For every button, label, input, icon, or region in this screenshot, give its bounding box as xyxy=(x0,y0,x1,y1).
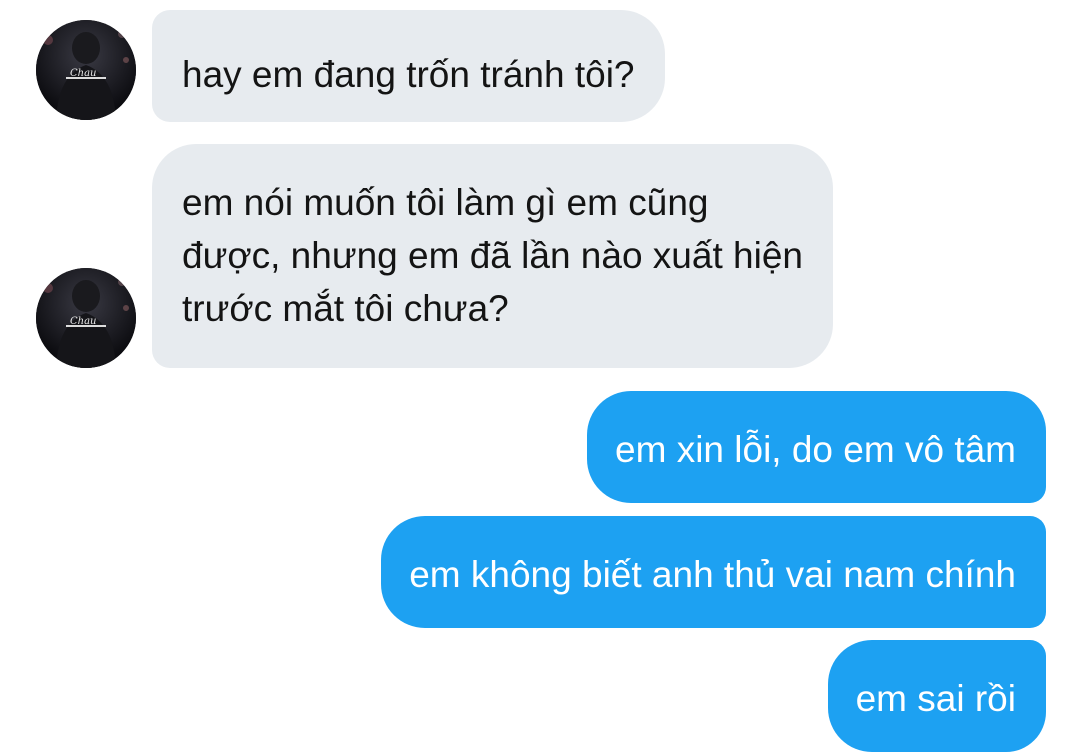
message-text: em nói muốn tôi làm gì em cũng xyxy=(182,182,709,223)
avatar-image: Chau xyxy=(36,268,136,368)
contact-avatar[interactable]: Chau xyxy=(36,20,136,120)
message-text: được, nhưng em đã lần nào xuất hiện xyxy=(182,235,803,276)
avatar-shirt-text: Chau xyxy=(70,68,97,79)
avatar-image: Chau xyxy=(36,20,136,120)
message-text: em không biết anh thủ vai nam chính xyxy=(409,554,1016,595)
incoming-message[interactable]: em nói muốn tôi làm gì em cũng được, như… xyxy=(152,144,833,368)
message-text: hay em đang trốn tránh tôi? xyxy=(182,54,635,95)
outgoing-message[interactable]: em sai rồi xyxy=(827,640,1046,752)
message-text: trước mắt tôi chưa? xyxy=(182,288,509,329)
incoming-message[interactable]: hay em đang trốn tránh tôi? xyxy=(152,10,665,122)
outgoing-message[interactable]: em xin lỗi, do em vô tâm xyxy=(587,391,1046,503)
outgoing-message[interactable]: em không biết anh thủ vai nam chính xyxy=(381,516,1046,628)
message-text: em sai rồi xyxy=(855,678,1016,719)
chat-thread: Chau hay em đang trốn tránh tôi? Chau em… xyxy=(0,0,1080,755)
message-text: em xin lỗi, do em vô tâm xyxy=(615,429,1016,470)
contact-avatar[interactable]: Chau xyxy=(36,268,136,368)
avatar-shirt-text: Chau xyxy=(70,316,97,327)
